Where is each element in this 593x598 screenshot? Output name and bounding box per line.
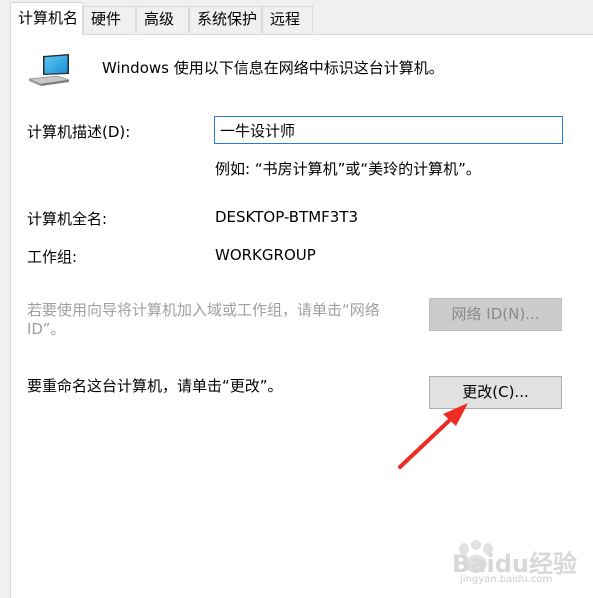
tab-advanced[interactable]: 高级 bbox=[136, 6, 189, 33]
full-name-label: 计算机全名: bbox=[27, 210, 108, 228]
computer-description-input[interactable] bbox=[214, 116, 563, 144]
rename-text: 要重命名这台计算机，请单击“更改”。 bbox=[27, 377, 283, 395]
workgroup-value: WORKGROUP bbox=[215, 246, 316, 264]
full-name-value: DESKTOP-BTMF3T3 bbox=[215, 208, 359, 226]
network-id-text-line1: 若要使用向导将计算机加入域或工作组，请单击“网络 bbox=[27, 301, 380, 319]
intro-text: Windows 使用以下信息在网络中标识这台计算机。 bbox=[102, 59, 444, 77]
tab-bar: 计算机名 硬件 高级 系统保护 远程 bbox=[0, 0, 593, 35]
tab-computer-name[interactable]: 计算机名 bbox=[10, 2, 83, 35]
tab-system-protection[interactable]: 系统保护 bbox=[189, 6, 262, 33]
network-id-text-line2: ID”。 bbox=[27, 320, 66, 338]
baidu-watermark: Baidu经验 jingyan.baidu.com bbox=[452, 540, 588, 592]
watermark-url: jingyan.baidu.com bbox=[460, 574, 553, 585]
change-button[interactable]: 更改(C)... bbox=[429, 376, 562, 409]
computer-icon bbox=[28, 54, 70, 86]
description-label: 计算机描述(D): bbox=[27, 123, 131, 141]
network-id-button[interactable]: 网络 ID(N)... bbox=[429, 298, 562, 331]
workgroup-label: 工作组: bbox=[27, 248, 78, 266]
tab-hardware[interactable]: 硬件 bbox=[83, 6, 136, 33]
tab-remote[interactable]: 远程 bbox=[262, 6, 313, 33]
description-example: 例如: “书房计算机”或“美玲的计算机”。 bbox=[215, 160, 481, 178]
